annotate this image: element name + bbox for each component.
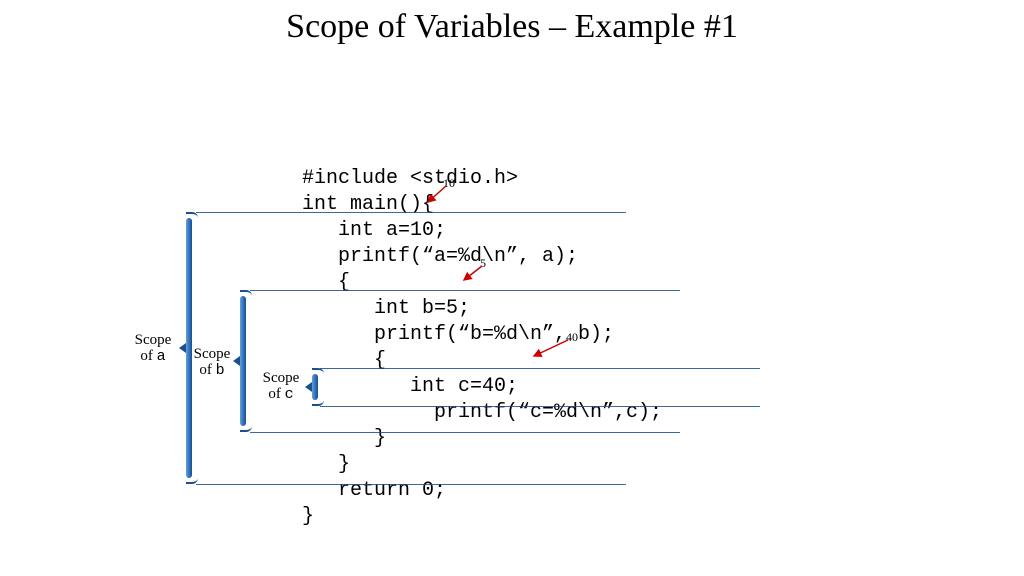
brace-scope-b <box>236 290 250 432</box>
scope-var: a <box>157 348 166 365</box>
arrow-b <box>460 264 486 284</box>
scope-var: c <box>285 386 294 403</box>
code-line: int b=5; <box>302 297 470 320</box>
brace-scope-c <box>308 368 322 406</box>
code-line: printf(“c=%d\n”,c); <box>302 401 662 424</box>
scope-of: of <box>199 362 215 378</box>
scope-rule-a-top <box>196 212 626 213</box>
code-line: return 0; <box>302 479 446 502</box>
code-line: int a=10; <box>302 219 446 242</box>
scope-word: Scope <box>135 332 172 348</box>
scope-rule-c-bot <box>320 406 760 407</box>
page-title: Scope of Variables – Example #1 <box>0 8 1024 46</box>
scope-label-b: Scope of b <box>190 346 234 379</box>
arrow-a <box>424 184 450 206</box>
scope-word: Scope <box>263 370 300 386</box>
code-line: } <box>302 505 314 528</box>
scope-of: of <box>268 386 284 402</box>
code-line: } <box>302 427 386 450</box>
scope-of: of <box>140 348 156 364</box>
scope-rule-c-top <box>320 368 760 369</box>
scope-label-a: Scope of a <box>128 332 178 365</box>
code-line: #include <stdio.h> <box>302 167 518 190</box>
scope-rule-b-top <box>250 290 680 291</box>
code-block: #include <stdio.h> int main(){ int a=10;… <box>302 140 862 530</box>
scope-word: Scope <box>194 346 231 362</box>
scope-var: b <box>216 362 225 379</box>
code-line: int c=40; <box>302 375 518 398</box>
arrow-c <box>530 338 570 360</box>
code-line: printf(“a=%d\n”, a); <box>302 245 578 268</box>
scope-rule-a-bot <box>196 484 626 485</box>
scope-rule-b-bot <box>250 432 680 433</box>
scope-label-c: Scope of c <box>258 370 304 403</box>
code-line: } <box>302 453 350 476</box>
